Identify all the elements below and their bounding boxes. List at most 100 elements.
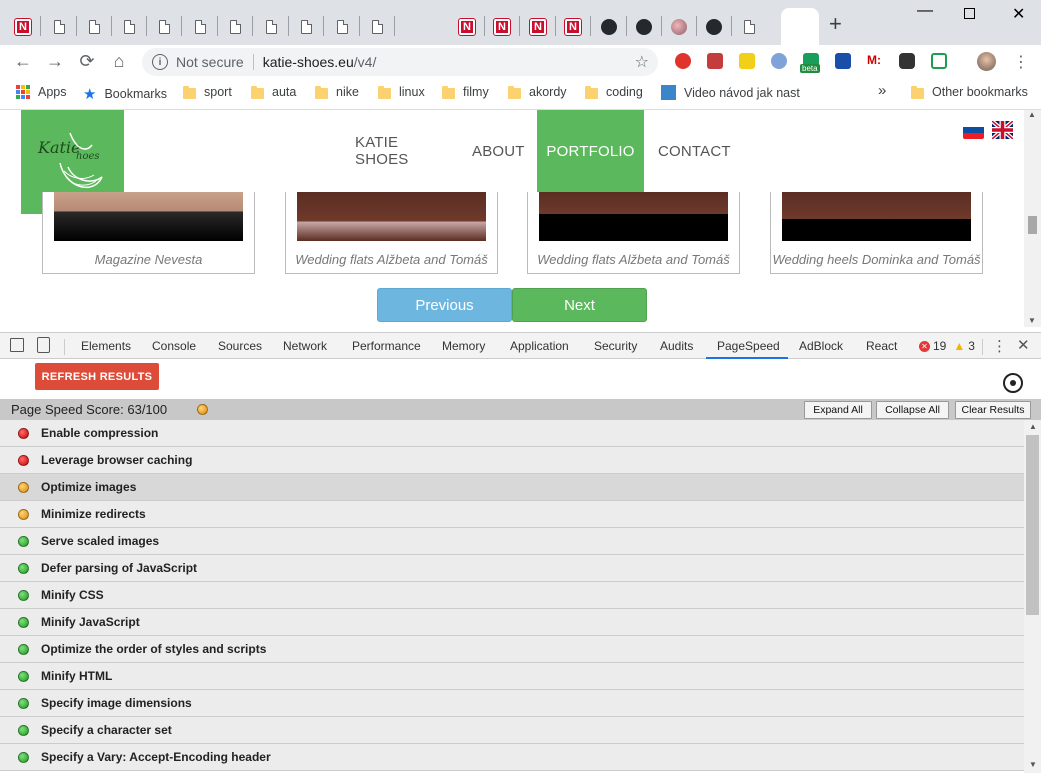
- browser-tab[interactable]: [114, 8, 144, 45]
- previous-button[interactable]: Previous: [377, 288, 512, 322]
- rule-row[interactable]: Specify a Vary: Accept-Encoding header: [0, 744, 1024, 771]
- portfolio-photo[interactable]: [297, 192, 486, 241]
- info-extension-icon[interactable]: [739, 53, 755, 69]
- pocket-extension-icon[interactable]: [931, 53, 947, 69]
- nav-item-katie-shoes[interactable]: KATIE SHOES: [355, 110, 443, 192]
- rule-row[interactable]: Specify image dimensions: [0, 690, 1024, 717]
- bookmark-folder-auta[interactable]: auta: [251, 85, 296, 99]
- nav-item-contact[interactable]: CONTACT: [658, 110, 731, 192]
- profile-avatar[interactable]: [977, 52, 996, 71]
- browser-tab[interactable]: [291, 8, 321, 45]
- nav-item-portfolio[interactable]: PORTFOLIO: [537, 110, 644, 192]
- puzzle-extension-icon[interactable]: [707, 53, 723, 69]
- devtools-menu-icon[interactable]: ⋮: [992, 337, 1007, 355]
- browser-tab[interactable]: N: [558, 8, 588, 45]
- scroll-up-icon[interactable]: ▲: [1029, 422, 1037, 431]
- devtools-tab-performance[interactable]: Performance: [352, 339, 421, 353]
- devtools-tab-react[interactable]: React: [866, 339, 897, 353]
- info-icon[interactable]: i: [152, 54, 168, 70]
- settings-gear-icon[interactable]: [1003, 373, 1023, 393]
- page-scrollbar[interactable]: ▲ ▼: [1024, 110, 1041, 327]
- rule-row[interactable]: Serve scaled images: [0, 528, 1024, 555]
- globe-extension-icon[interactable]: [771, 53, 787, 69]
- close-window-button[interactable]: ✕: [1012, 4, 1025, 24]
- devtools-tab-application[interactable]: Application: [510, 339, 569, 353]
- rule-row[interactable]: Optimize the order of styles and scripts: [0, 636, 1024, 663]
- rule-row[interactable]: Specify a character set: [0, 717, 1024, 744]
- rule-row[interactable]: Minify JavaScript: [0, 609, 1024, 636]
- browser-tab[interactable]: [185, 8, 215, 45]
- browser-tab[interactable]: N: [487, 8, 517, 45]
- bookmark-video[interactable]: Video návod jak nast: [661, 85, 800, 100]
- devtools-tab-adblock[interactable]: AdBlock: [799, 339, 843, 353]
- devtools-tab-console[interactable]: Console: [152, 339, 196, 353]
- expand-all-button[interactable]: Expand All: [804, 401, 872, 419]
- devtools-tab-pagespeed[interactable]: PageSpeed: [717, 339, 780, 353]
- devtools-tab-audits[interactable]: Audits: [660, 339, 693, 353]
- portfolio-photo[interactable]: [54, 192, 243, 241]
- browser-tab[interactable]: N: [8, 8, 38, 45]
- next-button[interactable]: Next: [512, 288, 647, 322]
- address-bar[interactable]: i Not secure katie-shoes.eu/v4/ ☆: [142, 48, 658, 76]
- rule-row[interactable]: Leverage browser caching: [0, 447, 1024, 474]
- bookmark-other[interactable]: Other bookmarks: [911, 85, 1028, 99]
- clear-results-button[interactable]: Clear Results: [955, 401, 1031, 419]
- bookmark-folder-coding[interactable]: coding: [585, 85, 643, 99]
- scroll-down-icon[interactable]: ▼: [1029, 760, 1037, 769]
- slovak-flag-icon[interactable]: [963, 121, 984, 139]
- forward-icon[interactable]: →: [44, 50, 66, 72]
- collapse-all-button[interactable]: Collapse All: [876, 401, 949, 419]
- portfolio-photo[interactable]: [782, 192, 971, 241]
- chrome-menu-icon[interactable]: ⋮: [1013, 52, 1029, 72]
- bookmark-folder-akordy[interactable]: akordy: [508, 85, 567, 99]
- browser-tab[interactable]: [629, 8, 659, 45]
- browser-tab[interactable]: N: [523, 8, 553, 45]
- devtools-tab-memory[interactable]: Memory: [442, 339, 485, 353]
- portfolio-card[interactable]: Magazine Nevesta: [42, 192, 255, 274]
- browser-tab[interactable]: [79, 8, 109, 45]
- back-icon[interactable]: ←: [12, 50, 34, 72]
- panel-scrollbar[interactable]: ▲ ▼: [1024, 420, 1041, 773]
- bookmark-bookmarks[interactable]: ★ Bookmarks: [83, 85, 167, 103]
- new-tab-button[interactable]: +: [829, 11, 842, 37]
- devtools-tab-security[interactable]: Security: [594, 339, 637, 353]
- browser-tab[interactable]: [781, 8, 819, 45]
- browser-tab[interactable]: [699, 8, 729, 45]
- devtools-tab-network[interactable]: Network: [283, 339, 327, 353]
- rule-row[interactable]: Minify HTML: [0, 663, 1024, 690]
- portfolio-card[interactable]: Wedding flats Alžbeta and Tomáš: [527, 192, 740, 274]
- panel-scrollbar-thumb[interactable]: [1026, 435, 1039, 615]
- error-counter[interactable]: ✕ 19 ▲ 3: [919, 339, 975, 353]
- browser-tab[interactable]: [256, 8, 286, 45]
- bookmark-apps[interactable]: Apps: [16, 85, 67, 99]
- rule-row[interactable]: Optimize images: [0, 474, 1024, 501]
- scroll-up-icon[interactable]: ▲: [1028, 110, 1036, 119]
- browser-tab[interactable]: N: [452, 8, 482, 45]
- browser-tab[interactable]: [149, 8, 179, 45]
- browser-tab[interactable]: [734, 8, 764, 45]
- camera-extension-icon[interactable]: [899, 53, 915, 69]
- page-scrollbar-thumb[interactable]: [1028, 216, 1037, 234]
- uk-flag-icon[interactable]: [990, 119, 1015, 141]
- rule-row[interactable]: Enable compression: [0, 420, 1024, 447]
- close-devtools-icon[interactable]: ✕: [1017, 336, 1030, 354]
- flag-extension-icon[interactable]: [835, 53, 851, 69]
- rule-row[interactable]: Minimize redirects: [0, 501, 1024, 528]
- portfolio-photo[interactable]: [539, 192, 728, 241]
- bookmark-folder-linux[interactable]: linux: [378, 85, 425, 99]
- browser-tab[interactable]: [220, 8, 250, 45]
- bookmark-star-icon[interactable]: ☆: [635, 52, 649, 72]
- portfolio-card[interactable]: Wedding heels Dominka and Tomáš: [770, 192, 983, 274]
- rule-row[interactable]: Defer parsing of JavaScript: [0, 555, 1024, 582]
- maximize-window-button[interactable]: [964, 8, 975, 19]
- browser-tab[interactable]: [362, 8, 392, 45]
- bookmark-folder-filmy[interactable]: filmy: [442, 85, 489, 99]
- browser-tab[interactable]: [44, 8, 74, 45]
- reload-icon[interactable]: ⟳: [76, 50, 98, 72]
- home-icon[interactable]: ⌂: [108, 50, 130, 72]
- bookmark-folder-nike[interactable]: nike: [315, 85, 359, 99]
- browser-tab[interactable]: [327, 8, 357, 45]
- minimize-window-button[interactable]: —: [917, 2, 933, 20]
- opera-extension-icon[interactable]: [675, 53, 691, 69]
- rule-row[interactable]: Minify CSS: [0, 582, 1024, 609]
